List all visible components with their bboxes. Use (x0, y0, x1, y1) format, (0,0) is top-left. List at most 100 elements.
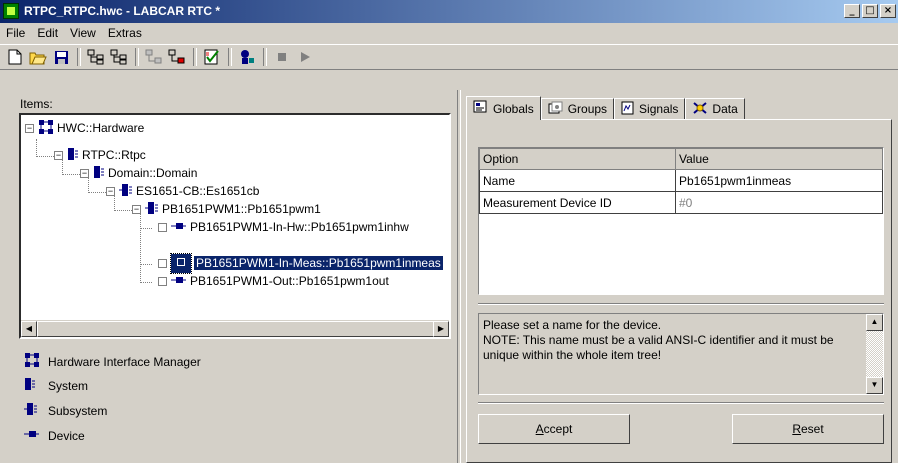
toolbar-separator (193, 48, 197, 66)
check-icon[interactable] (201, 46, 223, 68)
device-icon (171, 273, 187, 290)
tree-connector (140, 228, 152, 229)
menu-file[interactable]: File (0, 26, 31, 40)
reset-button[interactable]: Reset (732, 414, 884, 444)
panel-splitter[interactable] (457, 90, 461, 463)
expander-icon[interactable]: − (80, 168, 89, 178)
expander-icon[interactable] (158, 276, 167, 286)
hwm-icon (38, 119, 54, 138)
divider (478, 402, 884, 404)
new-icon[interactable] (4, 46, 26, 68)
tree-item-in-hw[interactable]: PB1651PWM1-In-Hw::Pb1651pwm1inhw (158, 218, 409, 236)
tab-label: Groups (567, 102, 608, 116)
toolbar-separator (135, 48, 139, 66)
signals-icon (621, 101, 635, 118)
expander-icon[interactable] (158, 258, 167, 268)
tree-connector (140, 264, 152, 265)
play-icon[interactable] (294, 46, 316, 68)
menu-edit[interactable]: Edit (31, 26, 64, 40)
tree-item-rtpc[interactable]: − RTPC::Rtpc (54, 146, 146, 164)
scroll-left-icon[interactable]: ◀ (21, 321, 37, 337)
tree-item-in-meas[interactable]: PB1651PWM1-In-Meas::Pb1651pwm1inmeas (158, 252, 443, 274)
tree-connector (140, 211, 141, 283)
connect-icon[interactable] (236, 46, 258, 68)
menu-extras[interactable]: Extras (102, 26, 148, 40)
tree-item-label: PB1651PWM1-In-Meas::Pb1651pwm1inmeas (194, 256, 443, 270)
sort-icon[interactable] (166, 46, 188, 68)
horizontal-scrollbar[interactable]: ◀ ▶ (21, 320, 449, 337)
tree-item-label: Domain::Domain (108, 166, 198, 180)
items-label: Items: (20, 97, 53, 111)
scroll-right-icon[interactable]: ▶ (433, 321, 449, 337)
tab-signals[interactable]: Signals (614, 98, 686, 120)
tab-label: Data (712, 102, 738, 116)
column-header-option[interactable]: Option (479, 148, 676, 170)
tree-item-es1651cb[interactable]: − ES1651-CB::Es1651cb (106, 182, 259, 200)
table-row[interactable]: Name Pb1651pwm1inmeas (479, 169, 883, 192)
expander-icon[interactable]: − (25, 123, 34, 133)
open-icon[interactable] (27, 46, 49, 68)
properties-grid[interactable]: Option Value Name Pb1651pwm1inmeas Measu… (478, 147, 884, 295)
tree-connector (88, 192, 106, 193)
expander-icon[interactable]: − (132, 204, 141, 214)
tree-expand-icon[interactable] (85, 46, 107, 68)
legend-item-hwm: Hardware Interface Manager (24, 352, 201, 371)
system-icon (24, 377, 42, 394)
app-icon (3, 3, 19, 19)
divider (478, 303, 884, 305)
device-icon (170, 252, 192, 274)
tree-connector (62, 174, 80, 175)
description-box: Please set a name for the device. NOTE: … (478, 313, 884, 395)
device-icon (171, 219, 187, 236)
tree-item-out[interactable]: PB1651PWM1-Out::Pb1651pwm1out (158, 272, 389, 290)
legend-item-subsystem: Subsystem (24, 402, 107, 419)
scroll-up-icon[interactable]: ▲ (866, 314, 883, 331)
menu-bar: File Edit View Extras (0, 23, 898, 42)
hwm-icon (24, 352, 42, 371)
groups-icon (548, 101, 564, 118)
column-header-value[interactable]: Value (675, 148, 883, 170)
tab-data[interactable]: Data (685, 98, 745, 120)
save-icon[interactable] (50, 46, 72, 68)
table-row[interactable]: Measurement Device ID #0 (479, 191, 883, 214)
accept-button[interactable]: Accept (478, 414, 630, 444)
value-cell[interactable]: Pb1651pwm1inmeas (675, 169, 883, 192)
option-cell: Name (479, 169, 676, 192)
expander-icon[interactable] (158, 222, 167, 232)
tree-item-domain[interactable]: − Domain::Domain (80, 164, 197, 182)
legend-label: Device (48, 428, 85, 443)
close-button[interactable]: × (880, 4, 896, 18)
scroll-down-icon[interactable]: ▼ (866, 377, 883, 394)
value-cell[interactable]: #0 (675, 191, 883, 214)
option-cell: Measurement Device ID (479, 191, 676, 214)
expander-icon[interactable]: − (106, 186, 115, 196)
globals-icon (473, 100, 489, 117)
tree-connector (140, 282, 152, 283)
minimize-button[interactable]: _ (844, 4, 860, 18)
tree-collapse-icon[interactable] (108, 46, 130, 68)
stop-icon[interactable] (271, 46, 293, 68)
subsystem-icon (24, 402, 42, 419)
description-text: Please set a name for the device. NOTE: … (483, 318, 834, 362)
item-tree[interactable]: − HWC::Hardware − RTPC::Rtpc − Domain::D… (19, 113, 451, 339)
tree-item-label: PB1651PWM1-In-Hw::Pb1651pwm1inhw (190, 220, 409, 234)
window-title: RTPC_RTPC.hwc - LABCAR RTC * (24, 4, 221, 18)
maximize-button[interactable]: □ (862, 4, 878, 18)
menu-view[interactable]: View (64, 26, 102, 40)
accept-button-label: Accept (535, 422, 573, 436)
tree-item-pb1651pwm1[interactable]: − PB1651PWM1::Pb1651pwm1 (132, 200, 321, 218)
tree-item-hardware[interactable]: − HWC::Hardware (25, 119, 144, 137)
toolbar-separator (228, 48, 232, 66)
tab-globals[interactable]: Globals (466, 96, 541, 120)
scrollbar-thumb[interactable] (37, 321, 437, 337)
tab-strip: Globals Groups Signals Data (466, 96, 745, 120)
move-icon[interactable] (143, 46, 165, 68)
vertical-scrollbar[interactable]: ▲ ▼ (866, 314, 883, 394)
system-icon (93, 165, 105, 182)
title-bar[interactable]: RTPC_RTPC.hwc - LABCAR RTC * _ □ × (0, 0, 898, 23)
legend-label: Hardware Interface Manager (48, 354, 201, 369)
legend-label: Subsystem (48, 403, 108, 418)
expander-icon[interactable]: − (54, 150, 63, 160)
tab-groups[interactable]: Groups (540, 98, 615, 120)
tree-connector (36, 139, 37, 157)
